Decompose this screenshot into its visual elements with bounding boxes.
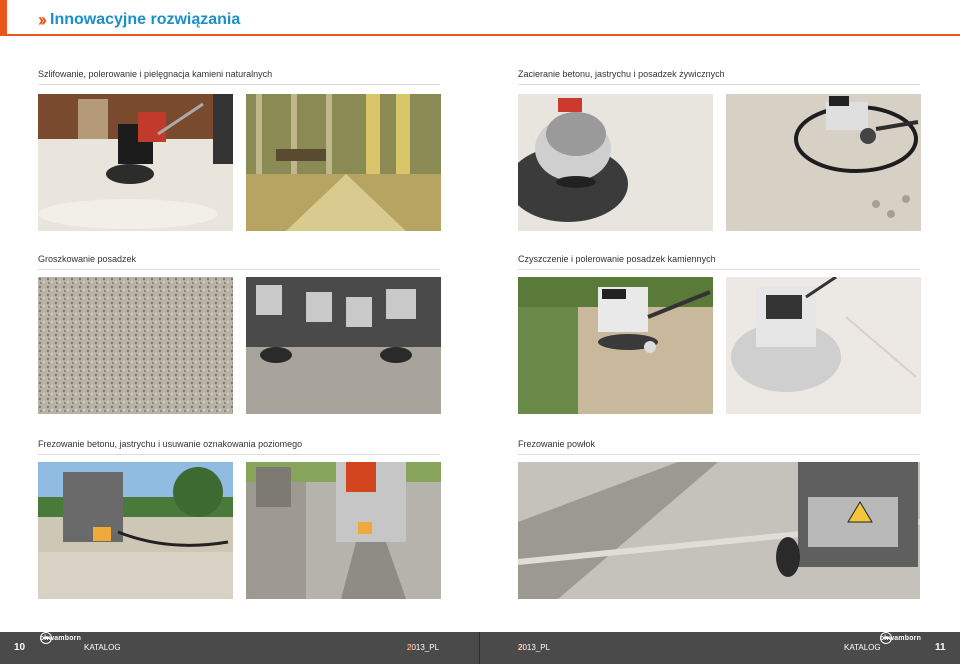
section-label-troweling: Zacieranie betonu, jastrychu i posadzek … <box>518 69 725 79</box>
double-chevron-icon: ›› <box>38 10 47 30</box>
photo-polished-lobby <box>246 94 441 231</box>
footer-katalog-right: KATALOG <box>844 643 881 652</box>
section-rule <box>38 84 440 85</box>
section-rule <box>518 454 920 455</box>
photo-road-milling-outdoor <box>38 462 233 599</box>
section-label-stone-cleaning: Czyszczenie i polerowanie posadzek kamie… <box>518 254 716 264</box>
photo-granite-texture <box>38 277 233 414</box>
photo-marble-polisher <box>726 277 921 414</box>
photo-milling-line-removal <box>246 462 441 599</box>
section-label-milling: Frezowanie betonu, jastrychu i usuwanie … <box>38 439 303 449</box>
section-rule <box>518 84 920 85</box>
section-label-grinding: Szlifowanie, polerowanie i pielęgnacja k… <box>38 69 273 79</box>
footer-divider <box>479 632 480 664</box>
header-accent-bar <box>0 0 7 36</box>
photo-cleaning-machine-patio <box>518 277 713 414</box>
right-page-number: 11 <box>935 642 946 653</box>
photo-grinding-machine-room <box>38 94 233 231</box>
section-label-shot-blasting: Groszkowanie posadzek <box>38 254 137 264</box>
header-rule <box>0 34 960 36</box>
section-rule <box>38 454 440 455</box>
section-rule <box>38 269 440 270</box>
photo-power-trowel <box>726 94 921 231</box>
footer-katalog-left: KATALOG <box>84 643 121 652</box>
photo-shot-blaster-underside <box>246 277 441 414</box>
photo-coating-milling <box>518 462 920 599</box>
section-rule <box>518 269 920 270</box>
photo-troweling-machine <box>518 94 713 231</box>
section-label-coating-milling: Frezowanie powłok <box>518 439 596 449</box>
left-page-number: 10 <box>14 642 26 653</box>
header: ›› Innowacyjne rozwiązania <box>38 8 240 32</box>
footer: 10 chwamborn KATALOG 2013_PL ® ® 2013_PL… <box>0 632 960 664</box>
page-title: Innowacyjne rozwiązania <box>50 11 241 28</box>
